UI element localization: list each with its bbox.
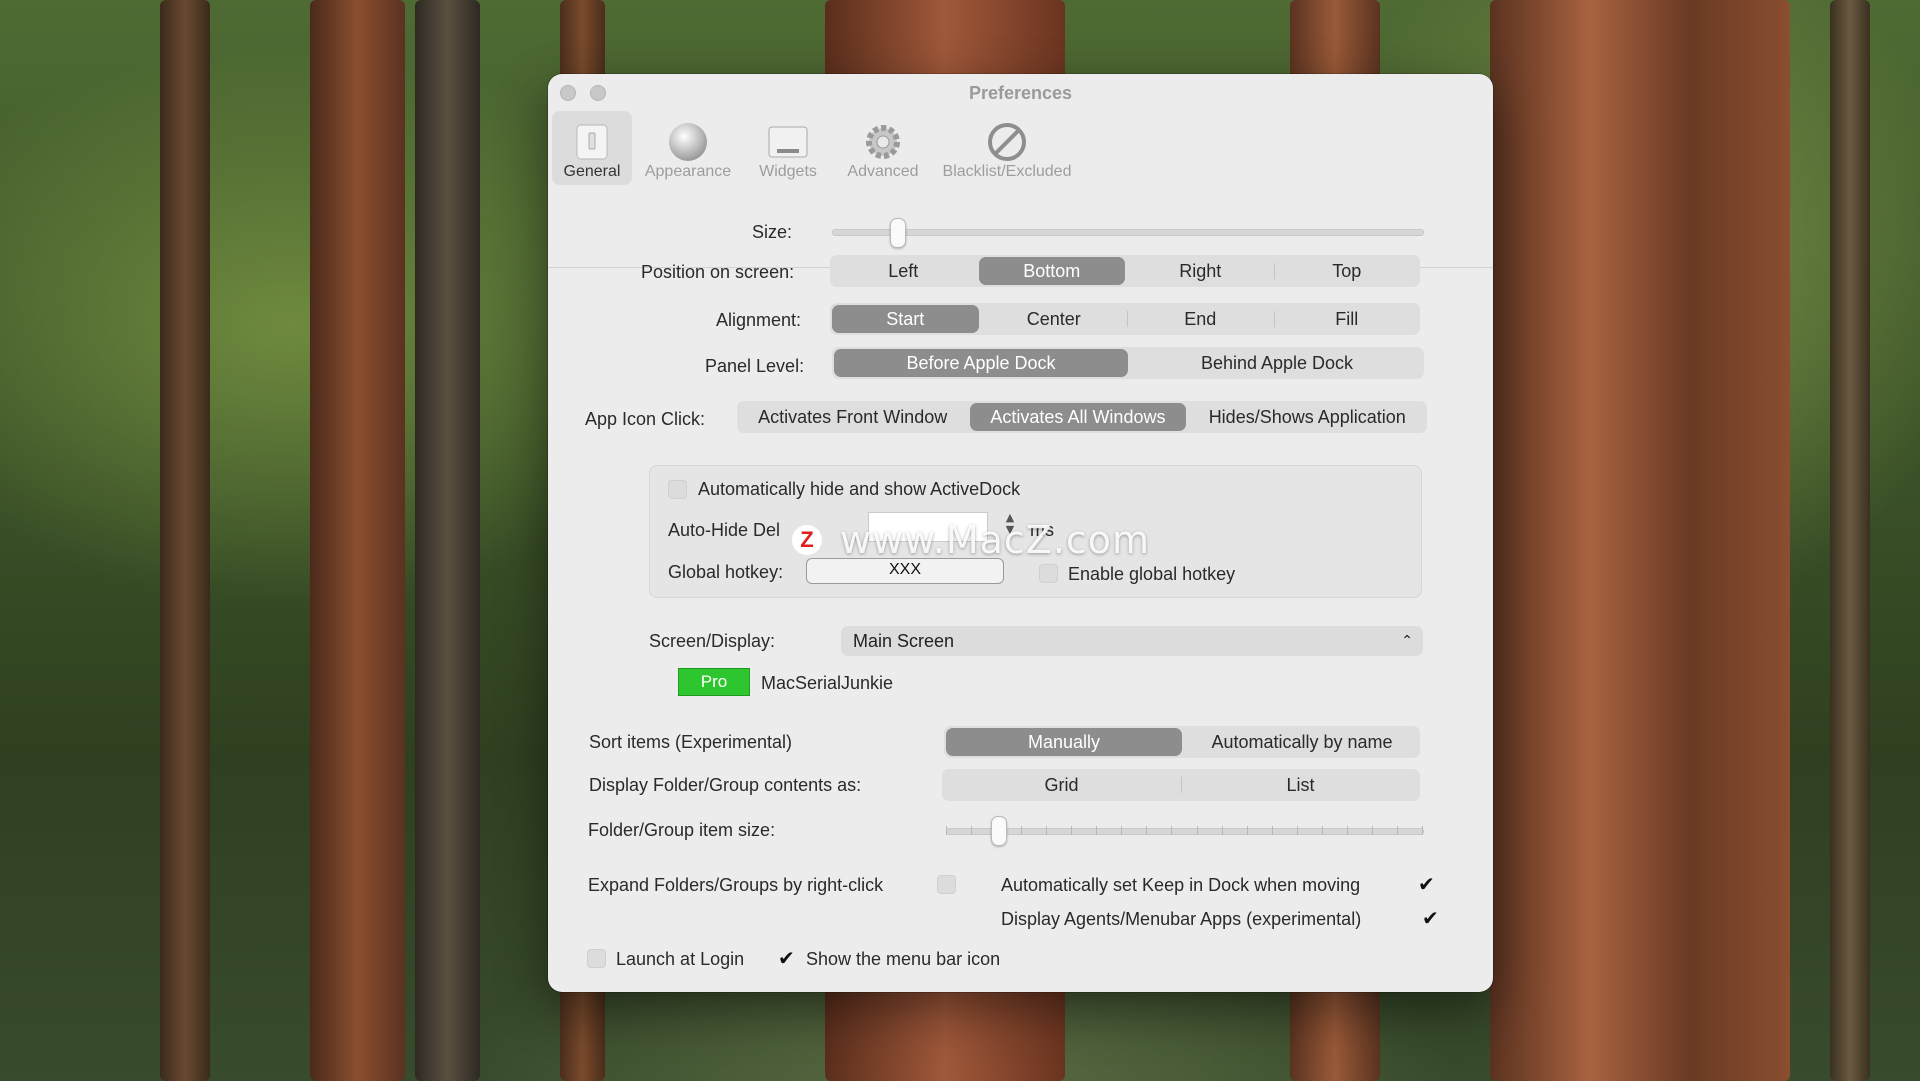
popup-chevron-icon: ⌃ xyxy=(1401,633,1413,649)
menu-bar-icon-label: Show the menu bar icon xyxy=(806,949,1001,969)
alignment-center-option[interactable]: Center xyxy=(981,303,1128,335)
alignment-label: Alignment: xyxy=(716,310,802,330)
switch-icon xyxy=(576,124,608,160)
app-icon-click-front-option[interactable]: Activates Front Window xyxy=(737,401,968,433)
folder-item-size-knob[interactable] xyxy=(991,816,1008,846)
sort-items-label: Sort items (Experimental) xyxy=(589,732,793,752)
position-label: Position on screen: xyxy=(641,262,795,282)
window-title: Preferences xyxy=(968,83,1073,103)
folder-display-label: Display Folder/Group contents as: xyxy=(589,775,862,795)
tab-blacklist-label: Blacklist/Excluded xyxy=(942,163,1072,180)
position-top-option[interactable]: Top xyxy=(1273,255,1421,287)
position-right-option[interactable]: Right xyxy=(1127,255,1274,287)
license-name: MacSerialJunkie xyxy=(761,673,894,693)
tab-widgets[interactable]: Widgets xyxy=(744,111,832,185)
slider-tick xyxy=(1021,826,1023,835)
folder-display-grid-option[interactable]: Grid xyxy=(942,769,1181,801)
screen-display-popup[interactable]: Main Screen ⌃ xyxy=(841,626,1423,656)
panel-level-segmented-control: Before Apple Dock Behind Apple Dock xyxy=(832,347,1424,379)
app-icon-click-all-option[interactable]: Activates All Windows xyxy=(970,403,1186,431)
watermark-logo: Z xyxy=(792,525,822,555)
prohibited-icon xyxy=(988,123,1026,161)
size-slider[interactable] xyxy=(832,229,1424,236)
keep-in-dock-label: Automatically set Keep in Dock when movi… xyxy=(1001,875,1361,895)
position-left-option[interactable]: Left xyxy=(830,255,977,287)
alignment-segmented-control: Start Center End Fill xyxy=(830,303,1420,335)
folder-display-segmented-control: Grid List xyxy=(942,769,1420,801)
panel-level-before-option[interactable]: Before Apple Dock xyxy=(834,349,1128,377)
folder-item-size-label: Folder/Group item size: xyxy=(588,820,776,840)
slider-tick xyxy=(1246,826,1248,835)
slider-tick xyxy=(1121,826,1123,835)
sort-manually-option[interactable]: Manually xyxy=(946,728,1182,756)
title-bar: Preferences xyxy=(548,74,1493,114)
alignment-start-option[interactable]: Start xyxy=(832,305,979,333)
tab-appearance-label: Appearance xyxy=(644,163,732,180)
folder-display-list-option[interactable]: List xyxy=(1181,769,1420,801)
keep-in-dock-checkbox[interactable] xyxy=(1417,872,1436,896)
slider-tick xyxy=(1171,826,1173,835)
app-icon-click-label: App Icon Click: xyxy=(585,409,706,429)
screen-display-value: Main Screen xyxy=(853,631,955,651)
launch-at-login-checkbox[interactable] xyxy=(587,949,606,968)
autohide-label: Automatically hide and show ActiveDock xyxy=(698,479,1021,499)
display-agents-checkbox[interactable] xyxy=(1421,906,1440,930)
tab-general-label: General xyxy=(563,163,621,180)
slider-tick xyxy=(1371,826,1373,835)
sort-segmented-control: Manually Automatically by name xyxy=(944,726,1420,758)
slider-tick xyxy=(971,826,973,835)
size-label: Size: xyxy=(752,222,793,242)
launch-at-login-label: Launch at Login xyxy=(616,949,745,969)
slider-tick xyxy=(1196,826,1198,835)
size-slider-knob[interactable] xyxy=(889,218,906,248)
pro-badge: Pro xyxy=(678,668,750,696)
watermark-text: www.MacZ.com xyxy=(840,518,1151,562)
slider-tick xyxy=(1296,826,1298,835)
tab-general[interactable]: General xyxy=(552,111,632,185)
slider-tick xyxy=(1321,826,1323,835)
app-icon-click-hide-option[interactable]: Hides/Shows Application xyxy=(1188,401,1427,433)
slider-tick xyxy=(1046,826,1048,835)
panel-level-label: Panel Level: xyxy=(705,356,805,376)
autohide-checkbox[interactable] xyxy=(668,480,687,499)
autohide-delay-label: Auto-Hide Del xyxy=(668,520,781,540)
enable-hotkey-checkbox[interactable] xyxy=(1039,564,1058,583)
tab-appearance[interactable]: Appearance xyxy=(638,111,738,185)
slider-tick xyxy=(1271,826,1273,835)
slider-tick xyxy=(1422,826,1423,835)
alignment-fill-option[interactable]: Fill xyxy=(1273,303,1421,335)
position-segmented-control: Left Bottom Right Top xyxy=(830,255,1420,287)
slider-tick xyxy=(1146,826,1148,835)
folder-item-size-slider[interactable] xyxy=(946,828,1424,835)
tab-widgets-label: Widgets xyxy=(759,163,817,180)
expand-right-click-checkbox[interactable] xyxy=(937,875,956,894)
position-bottom-option[interactable]: Bottom xyxy=(978,257,1125,285)
tab-blacklist[interactable]: Blacklist/Excluded xyxy=(934,111,1080,185)
expand-right-click-label: Expand Folders/Groups by right-click xyxy=(588,875,884,895)
slider-tick xyxy=(1071,826,1073,835)
widget-panel-icon xyxy=(768,126,808,158)
slider-tick xyxy=(1221,826,1223,835)
slider-tick xyxy=(946,826,947,835)
enable-hotkey-label: Enable global hotkey xyxy=(1068,564,1236,584)
alignment-end-option[interactable]: End xyxy=(1127,303,1274,335)
slider-tick xyxy=(1096,826,1098,835)
menu-bar-icon-checkbox[interactable] xyxy=(777,946,796,970)
global-hotkey-label: Global hotkey: xyxy=(668,562,784,582)
tab-advanced-label: Advanced xyxy=(847,163,919,180)
display-agents-label: Display Agents/Menubar Apps (experimenta… xyxy=(1001,909,1362,929)
app-icon-click-segmented-control: Activates Front Window Activates All Win… xyxy=(737,401,1427,433)
tab-advanced[interactable]: Advanced xyxy=(838,111,928,185)
preferences-toolbar: General Appearance Widgets Advanced Blac… xyxy=(548,111,1493,268)
sort-automatic-option[interactable]: Automatically by name xyxy=(1184,726,1420,758)
slider-tick xyxy=(1396,826,1398,835)
slider-tick xyxy=(1346,826,1348,835)
screen-display-label: Screen/Display: xyxy=(649,631,776,651)
panel-level-behind-option[interactable]: Behind Apple Dock xyxy=(1130,347,1424,379)
sphere-icon xyxy=(669,123,707,161)
gear-icon xyxy=(866,125,900,159)
